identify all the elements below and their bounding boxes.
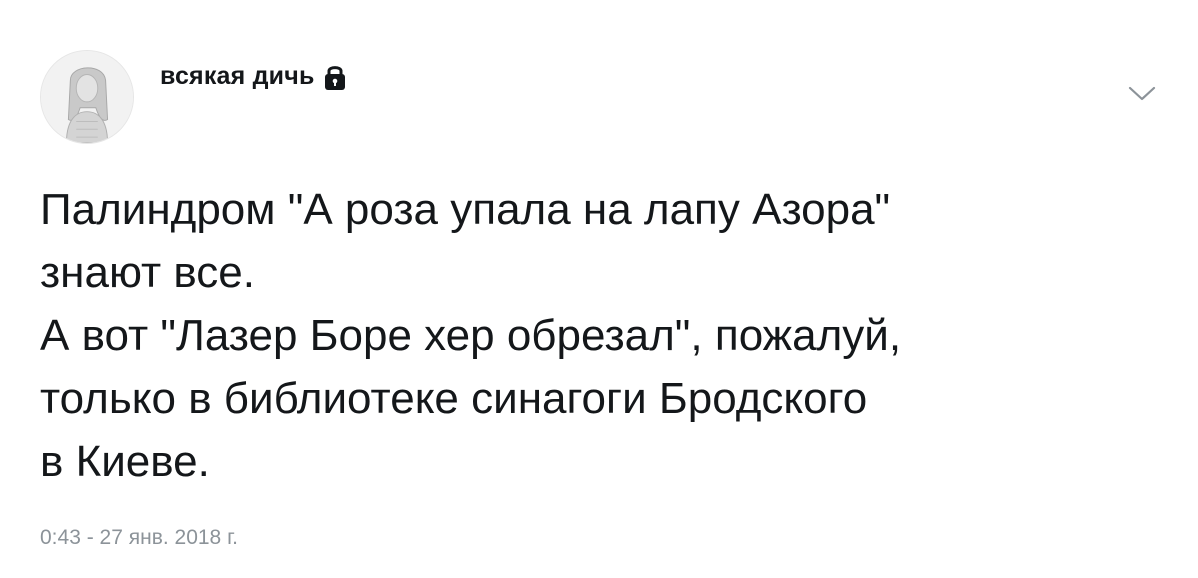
tweet-card: всякая дичь Палиндром "А роза упала на л… [0, 0, 1198, 578]
tweet-line: знают все. [40, 248, 255, 297]
tweet-line: Палиндром "А роза упала на лапу Азора" [40, 185, 891, 234]
avatar-image [41, 51, 133, 143]
user-header: всякая дичь [160, 62, 347, 91]
avatar[interactable] [40, 50, 134, 144]
lock-icon [323, 63, 347, 91]
tweet-text: Палиндром "А роза упала на лапу Азора" з… [40, 178, 1160, 493]
tweet-timestamp[interactable]: 0:43 - 27 янв. 2018 г. [40, 526, 238, 550]
tweet-line: А вот "Лазер Боре хер обрезал", пожалуй, [40, 311, 902, 360]
tweet-line: в Киеве. [40, 437, 210, 486]
chevron-down-icon[interactable] [1127, 85, 1157, 103]
tweet-line: только в библиотеке синагоги Бродского [40, 374, 868, 423]
display-name[interactable]: всякая дичь [160, 62, 315, 91]
